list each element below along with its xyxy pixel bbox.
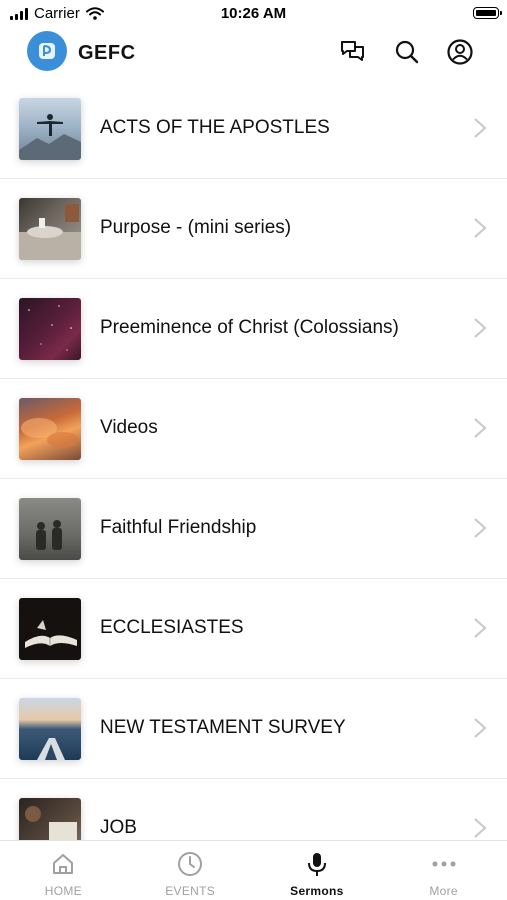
series-title: JOB — [100, 817, 137, 838]
app-title: GEFC — [78, 42, 136, 64]
series-thumbnail — [19, 198, 81, 260]
series-title: Faithful Friendship — [100, 517, 257, 538]
tab-label: EVENTS — [165, 884, 216, 898]
chevron-right-icon — [474, 618, 487, 638]
series-thumbnail — [19, 398, 81, 460]
tab-sermons[interactable]: Sermons — [254, 841, 381, 900]
microphone-icon — [303, 850, 331, 878]
series-title: Videos — [100, 417, 158, 438]
home-icon — [49, 850, 77, 878]
series-row[interactable]: Preeminence of Christ (Colossians) — [0, 279, 507, 379]
series-row[interactable]: Videos — [0, 379, 507, 479]
status-time: 10:26 AM — [220, 5, 287, 22]
series-title: NEW TESTAMENT SURVEY — [100, 717, 346, 738]
chevron-right-icon — [474, 218, 487, 238]
chat-icon[interactable] — [339, 38, 367, 66]
tab-events[interactable]: EVENTS — [127, 841, 254, 900]
tab-label: Sermons — [290, 884, 344, 898]
series-title: ECCLESIASTES — [100, 617, 244, 638]
tab-label: More — [429, 884, 458, 898]
series-row[interactable]: JOB — [0, 779, 507, 840]
series-title: Purpose - (mini series) — [100, 217, 292, 238]
tab-bar: HOME EVENTS Sermons More — [0, 840, 507, 900]
search-icon[interactable] — [393, 38, 421, 66]
chevron-right-icon — [474, 518, 487, 538]
app-header: GEFC — [0, 28, 507, 80]
chevron-right-icon — [474, 718, 487, 738]
chevron-right-icon — [474, 118, 487, 138]
series-thumbnail — [19, 798, 81, 840]
series-thumbnail — [19, 598, 81, 660]
series-row[interactable]: Purpose - (mini series) — [0, 179, 507, 279]
tab-label: HOME — [44, 884, 82, 898]
clock-icon — [176, 850, 204, 878]
account-icon[interactable] — [446, 38, 474, 66]
battery-icon — [473, 7, 502, 19]
series-title: ACTS OF THE APOSTLES — [100, 117, 330, 138]
series-row[interactable]: Faithful Friendship — [0, 479, 507, 579]
series-row[interactable]: ECCLESIASTES — [0, 579, 507, 679]
series-thumbnail — [19, 498, 81, 560]
church-logo[interactable] — [27, 31, 67, 71]
series-thumbnail — [19, 98, 81, 160]
sermon-series-list: ACTS OF THE APOSTLES Purpose - (mini ser… — [0, 79, 507, 840]
tab-home[interactable]: HOME — [0, 841, 127, 900]
chevron-right-icon — [474, 418, 487, 438]
logo-icon — [39, 43, 55, 59]
series-title: Preeminence of Christ (Colossians) — [100, 317, 399, 338]
tab-more[interactable]: More — [380, 841, 507, 900]
more-dots-icon — [430, 850, 458, 878]
series-thumbnail — [19, 698, 81, 760]
status-bar: Carrier 10:26 AM — [0, 0, 507, 28]
series-row[interactable]: ACTS OF THE APOSTLES — [0, 79, 507, 179]
series-thumbnail — [19, 298, 81, 360]
chevron-right-icon — [474, 818, 487, 838]
chevron-right-icon — [474, 318, 487, 338]
series-row[interactable]: NEW TESTAMENT SURVEY — [0, 679, 507, 779]
